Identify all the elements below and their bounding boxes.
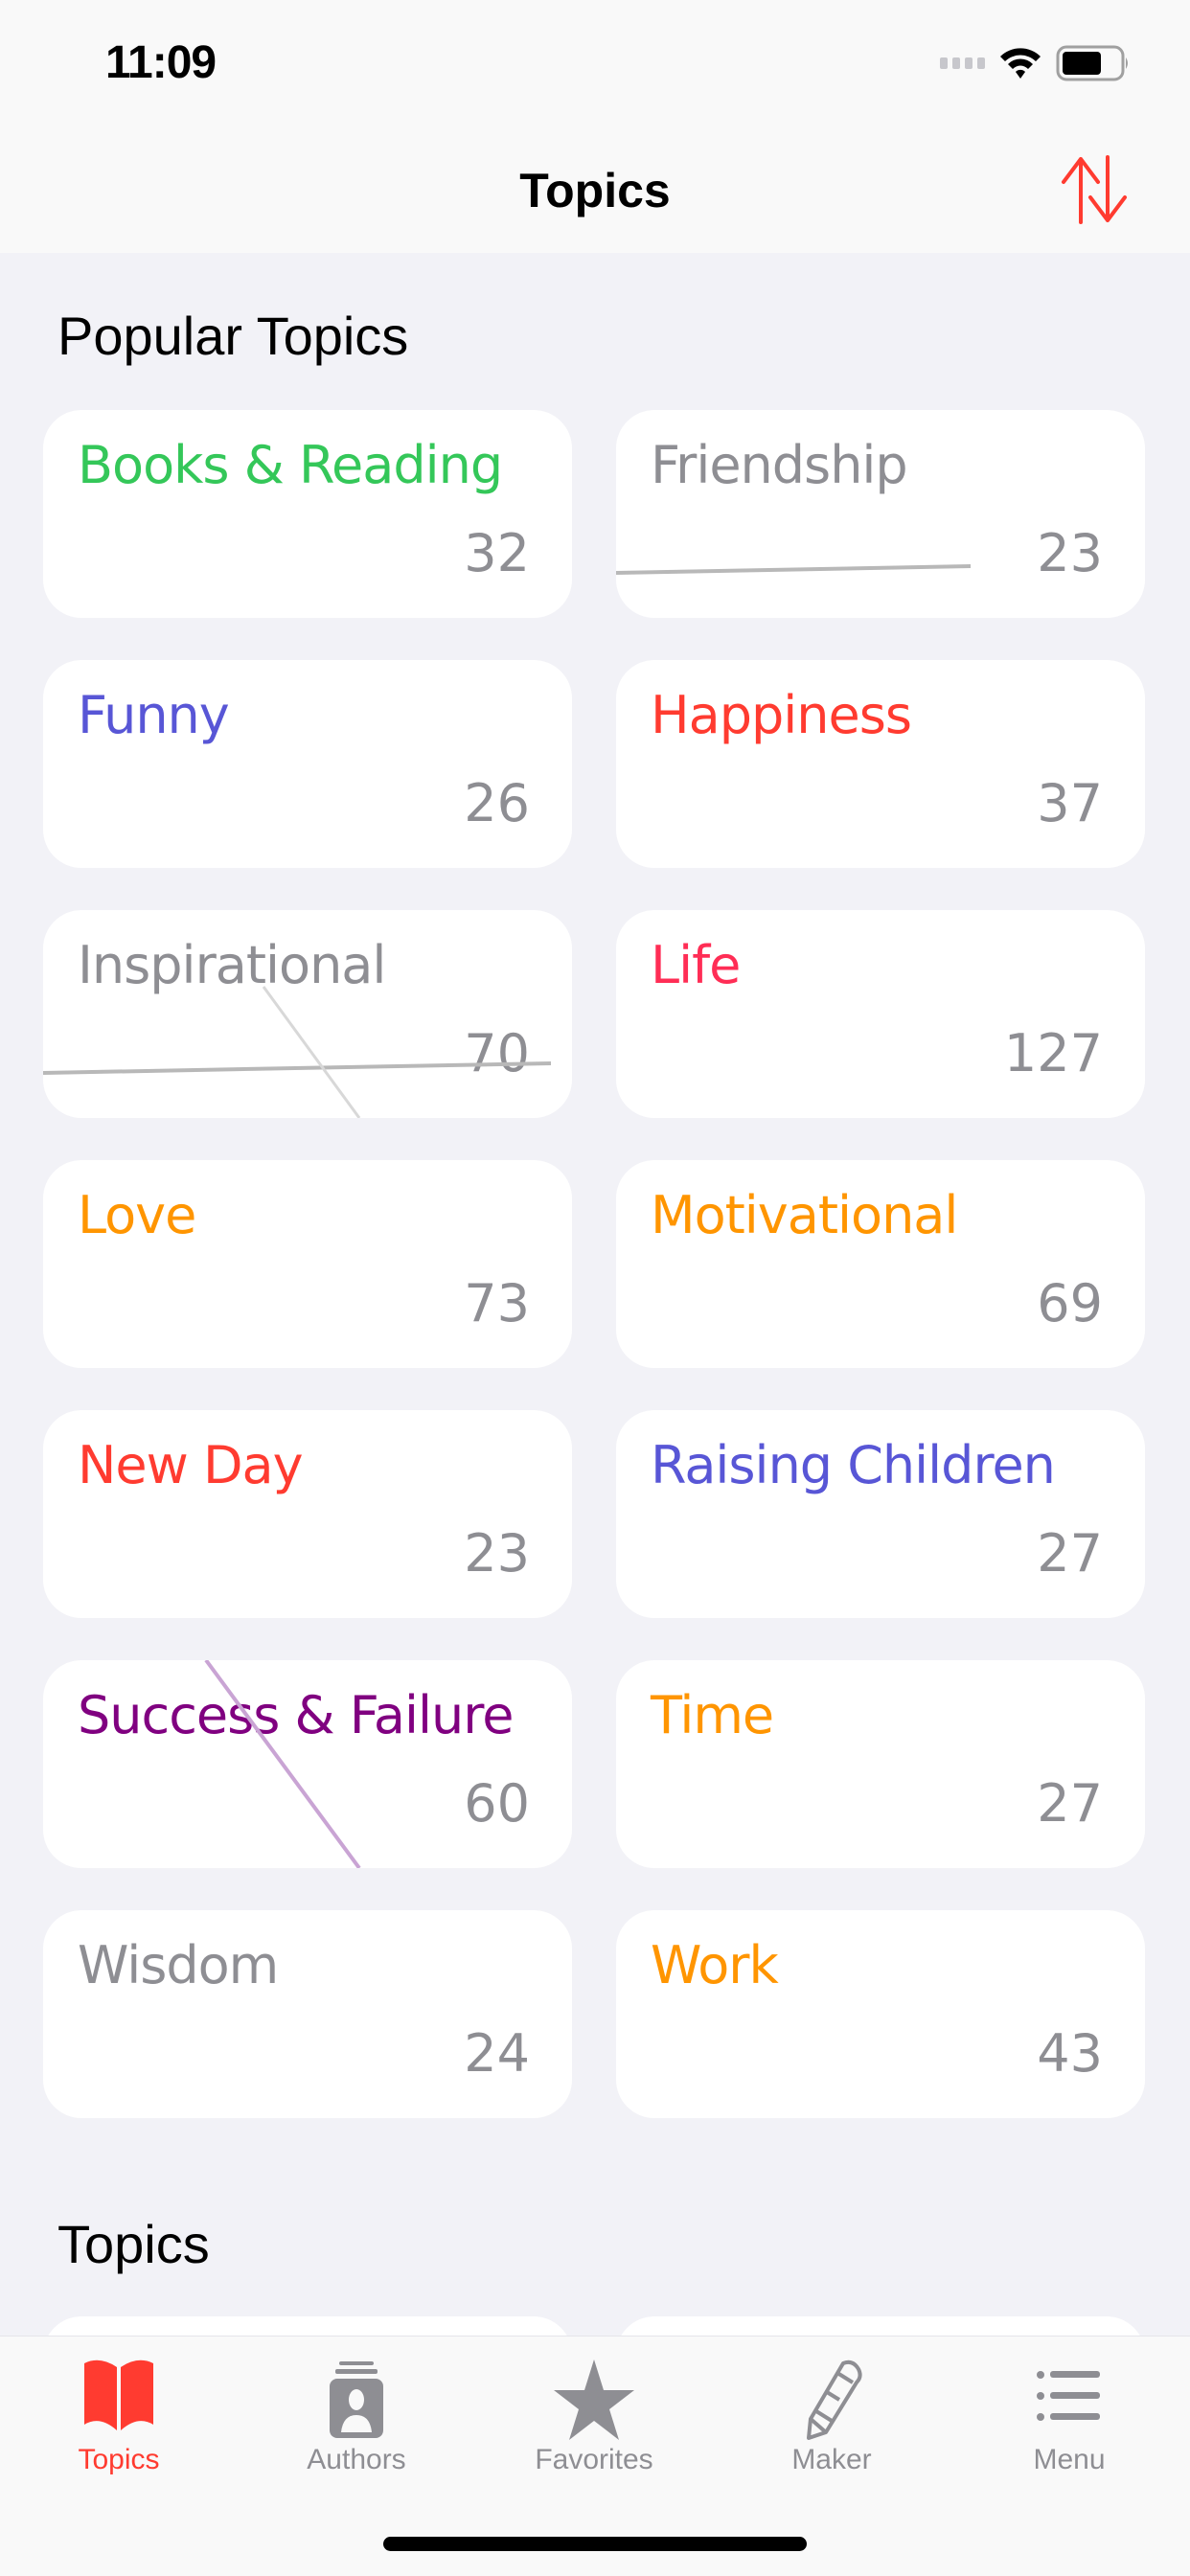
- topic-card[interactable]: Work 43: [616, 1910, 1145, 2118]
- tab-maker[interactable]: Maker: [713, 2337, 950, 2490]
- page-title: Topics: [519, 164, 671, 217]
- topic-name: Funny: [78, 685, 230, 745]
- topic-card[interactable]: Success & Failure 60: [43, 1660, 572, 1868]
- tab-label: Authors: [307, 2444, 406, 2475]
- topic-count: 73: [464, 1273, 530, 1334]
- list-icon: [1037, 2371, 1100, 2421]
- topic-name: Life: [651, 935, 741, 995]
- topic-card[interactable]: Motivational 69: [616, 1160, 1145, 1368]
- topic-name: Friendship: [651, 435, 908, 495]
- topic-card[interactable]: Love 73: [43, 1160, 572, 1368]
- topic-count: 27: [1037, 1773, 1103, 1834]
- topic-card[interactable]: Raising Children 27: [616, 1410, 1145, 1618]
- topic-name: Time: [651, 1685, 774, 1745]
- topic-count: 60: [464, 1773, 530, 1834]
- topic-count: 127: [1003, 1023, 1103, 1083]
- topic-name: Love: [78, 1185, 196, 1245]
- book-icon: [84, 2359, 153, 2430]
- status-time: 11:09: [105, 37, 217, 88]
- topic-count: 70: [464, 1023, 530, 1083]
- topic-count: 26: [464, 773, 530, 833]
- topic-name: Work: [651, 1935, 779, 1995]
- topic-name: Inspirational: [78, 935, 386, 995]
- home-indicator: [383, 2537, 807, 2551]
- tab-label: Topics: [78, 2444, 160, 2475]
- topic-name: Success & Failure: [78, 1685, 514, 1745]
- tab-topics[interactable]: Topics: [0, 2337, 238, 2490]
- topic-count: 23: [464, 1523, 530, 1584]
- topic-count: 43: [1037, 2023, 1103, 2084]
- topic-card[interactable]: Funny 26: [43, 660, 572, 868]
- section-title-popular: Popular Topics: [57, 306, 409, 366]
- topic-name: Books & Reading: [78, 435, 503, 495]
- star-icon: [554, 2359, 634, 2440]
- sort-arrows-icon: [1062, 155, 1127, 224]
- topic-card[interactable]: Time 27: [616, 1660, 1145, 1868]
- tab-menu[interactable]: Menu: [950, 2337, 1188, 2490]
- topic-card[interactable]: Friendship 23: [616, 410, 1145, 618]
- topic-count: 27: [1037, 1523, 1103, 1584]
- topic-name: Raising Children: [651, 1435, 1056, 1495]
- cellular-signal-icon: [940, 57, 985, 69]
- sort-button[interactable]: [1056, 153, 1133, 226]
- topic-name: Motivational: [651, 1185, 958, 1245]
- tab-label: Menu: [1033, 2444, 1106, 2475]
- topic-name: Happiness: [651, 685, 912, 745]
- topic-count: 37: [1037, 773, 1103, 833]
- nav-bar: Topics: [0, 125, 1190, 253]
- person-card-icon: [330, 2361, 383, 2438]
- wifi-icon: [1000, 48, 1041, 79]
- topic-name: Wisdom: [78, 1935, 279, 1995]
- battery-icon: [1056, 45, 1128, 81]
- tab-favorites[interactable]: Favorites: [475, 2337, 713, 2490]
- topic-card[interactable]: New Day 23: [43, 1410, 572, 1618]
- topic-card[interactable]: Life 127: [616, 910, 1145, 1118]
- status-icons: [940, 44, 1131, 82]
- tab-label: Favorites: [535, 2444, 653, 2475]
- topic-count: 24: [464, 2023, 530, 2084]
- tab-authors[interactable]: Authors: [238, 2337, 475, 2490]
- topic-card[interactable]: Books & Reading 32: [43, 410, 572, 618]
- topic-count: 23: [1037, 523, 1103, 583]
- tab-label: Maker: [791, 2444, 872, 2475]
- pencil-icon: [807, 2359, 862, 2440]
- topic-count: 69: [1037, 1273, 1103, 1334]
- topic-name: New Day: [78, 1435, 304, 1495]
- topic-card[interactable]: Wisdom 24: [43, 1910, 572, 2118]
- section-title-topics: Topics: [57, 2214, 210, 2274]
- status-bar: 11:09: [0, 0, 1190, 125]
- topic-count: 32: [464, 523, 530, 583]
- topic-card[interactable]: Happiness 37: [616, 660, 1145, 868]
- topic-card[interactable]: Inspirational 70: [43, 910, 572, 1118]
